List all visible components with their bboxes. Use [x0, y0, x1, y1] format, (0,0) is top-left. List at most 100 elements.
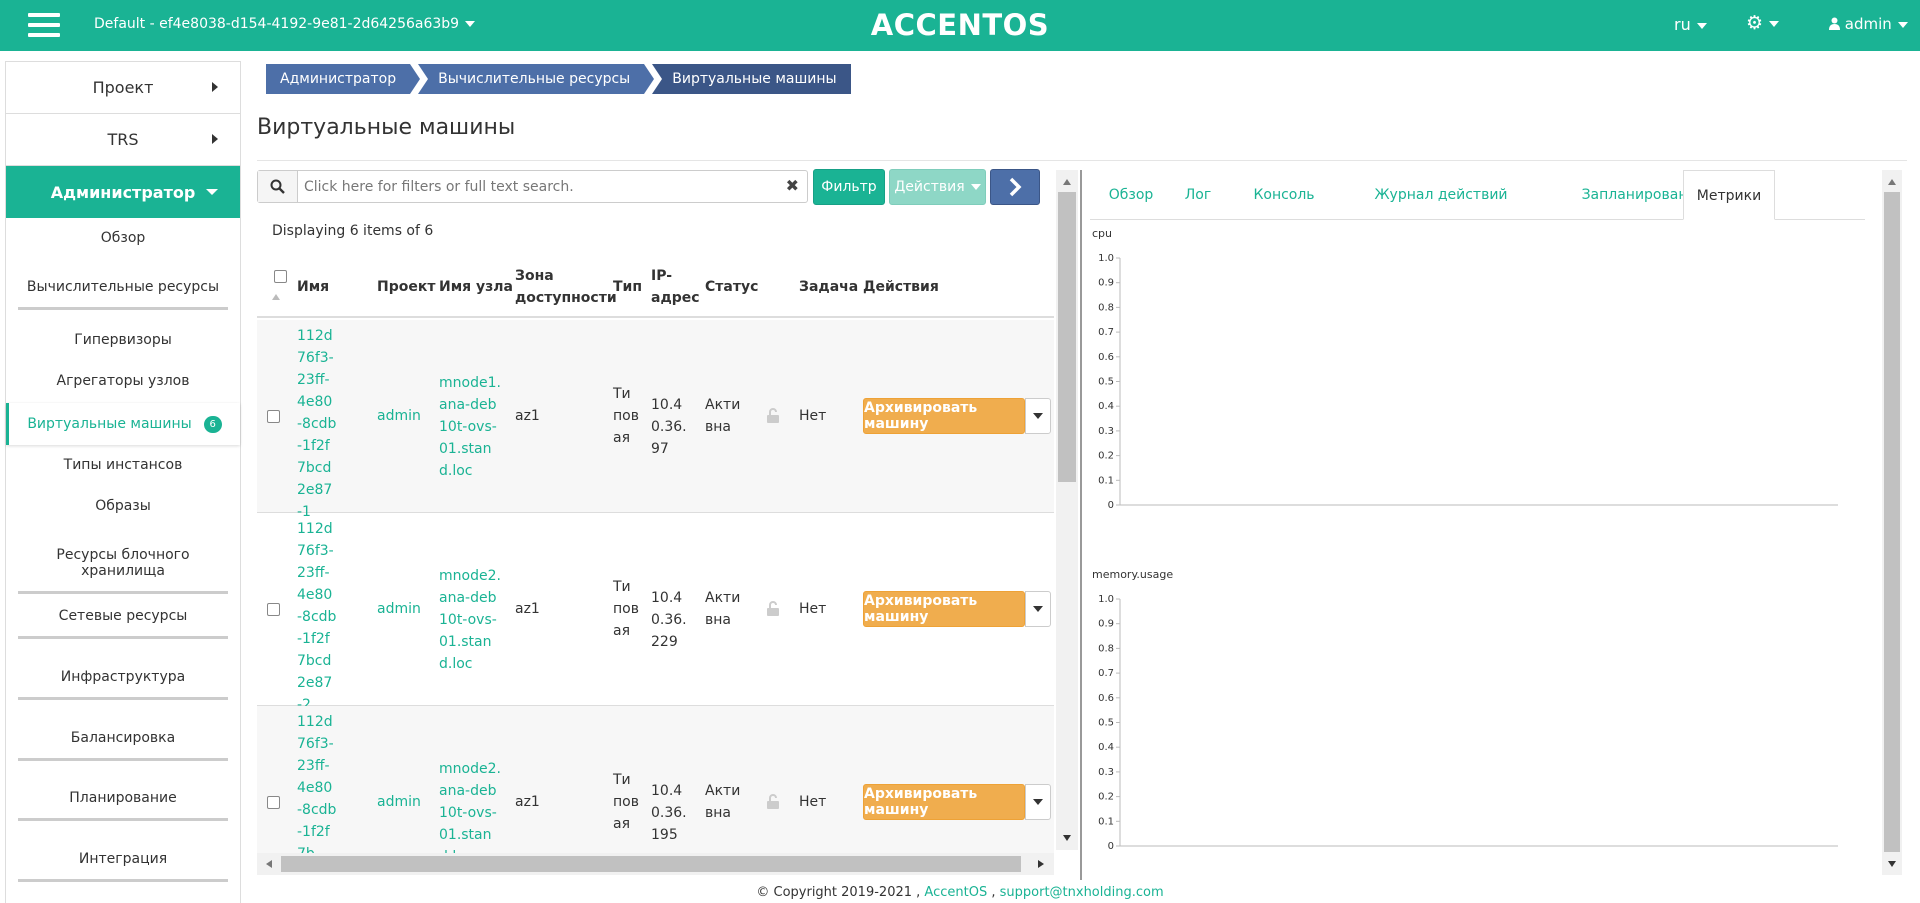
chevron-right-icon	[1009, 177, 1022, 197]
sidebar-item-planning[interactable]: Планирование	[18, 790, 228, 821]
scroll-down-icon[interactable]	[1887, 860, 1897, 868]
support-email-link[interactable]: support@tnxholding.com	[1000, 885, 1164, 900]
table-vertical-scrollbar[interactable]	[1056, 170, 1078, 850]
instances-table: Имя Проект Имя узла Зона доступности Тип…	[257, 255, 1054, 855]
y-tick-label: 0.5	[1098, 718, 1114, 729]
scroll-thumb[interactable]	[1884, 192, 1900, 852]
row-checkbox[interactable]	[267, 410, 280, 423]
column-header-name[interactable]: Имя	[297, 276, 329, 298]
row-checkbox[interactable]	[267, 603, 280, 616]
column-header-task[interactable]: Задача	[799, 276, 858, 298]
y-tick-label: 0.3	[1098, 426, 1114, 437]
sidebar-item-block-storage[interactable]: Ресурсы блочного хранилища	[18, 547, 228, 594]
footer: © Copyright 2019-2021 , AccentOS , suppo…	[0, 885, 1920, 900]
sidebar-item-infrastructure[interactable]: Инфраструктура	[18, 669, 228, 700]
instance-name-link[interactable]: 112d76f3-23ff-4e80-8cdb-1f2f7bcd2e87-2	[297, 518, 337, 716]
column-header-type[interactable]: Тип	[613, 276, 642, 298]
breadcrumb-item-compute[interactable]: Вычислительные ресурсы	[418, 64, 655, 94]
panel-divider[interactable]	[1080, 170, 1082, 880]
task-value: Нет	[799, 794, 827, 810]
next-button[interactable]	[990, 169, 1040, 205]
instance-name-link[interactable]: 112d76f3-23ff-4e80-8cdb-1f2f7b	[297, 711, 337, 855]
chevron-down-icon	[465, 21, 476, 27]
user-menu[interactable]: admin	[1829, 15, 1908, 33]
type-value: Типовая	[613, 772, 639, 832]
actions-button[interactable]: Действия	[889, 169, 986, 205]
page-title: Виртуальные машины	[257, 115, 516, 140]
column-header-ip[interactable]: IP-адрес	[651, 265, 700, 309]
scroll-up-icon[interactable]	[1887, 178, 1897, 186]
tab-console[interactable]: Консоль	[1238, 170, 1330, 220]
tab-metrics[interactable]: Метрики	[1683, 170, 1775, 220]
search-input[interactable]: Click here for filters or full text sear…	[304, 179, 574, 195]
filter-button[interactable]: Фильтр	[813, 169, 885, 205]
host-link[interactable]: mnode2.ana-deb10t-ovs-01.stand.loc	[439, 565, 503, 675]
search-icon[interactable]	[258, 171, 298, 202]
sidebar-item-network[interactable]: Сетевые ресурсы	[18, 608, 228, 639]
sidebar-item-overview[interactable]: Обзор	[6, 230, 240, 246]
sidebar-item-integration[interactable]: Интеграция	[18, 851, 228, 882]
archive-instance-button[interactable]: Архивировать машину	[863, 784, 1025, 820]
column-header-zone[interactable]: Зона доступности	[515, 265, 617, 309]
host-link[interactable]: mnode1.ana-deb10t-ovs-01.stand.loc	[439, 372, 503, 482]
y-tick-label: 0.5	[1098, 377, 1114, 388]
sidebar-item-vms[interactable]: Виртуальные машины 6	[6, 403, 240, 445]
archive-instance-button[interactable]: Архивировать машину	[863, 398, 1025, 434]
type-value: Типовая	[613, 386, 639, 446]
sidebar-item-label: Администратор	[50, 182, 196, 202]
sort-asc-icon[interactable]	[271, 293, 281, 301]
select-all-checkbox[interactable]	[274, 270, 287, 283]
project-selector-label: Default - ef4e8038-d154-4192-9e81-2d6425…	[94, 16, 460, 32]
column-header-actions[interactable]: Действия	[863, 276, 939, 298]
table-row: 112d76f3-23ff-4e80-8cdb-1f2f7b admin mno…	[257, 706, 1054, 855]
column-header-status[interactable]: Статус	[705, 276, 758, 298]
language-selector[interactable]: ru	[1674, 15, 1707, 34]
column-header-project[interactable]: Проект	[377, 276, 435, 298]
sidebar-item-flavors[interactable]: Типы инстансов	[6, 457, 240, 473]
sidebar-item-images[interactable]: Образы	[6, 498, 240, 514]
sidebar-item-aggregates[interactable]: Агрегаторы узлов	[6, 373, 240, 389]
breadcrumb-item-vms[interactable]: Виртуальные машины	[652, 64, 851, 94]
tab-log[interactable]: Лог	[1176, 170, 1220, 220]
y-tick-label: 0.9	[1098, 278, 1114, 289]
host-link[interactable]: mnode2.ana-deb10t-ovs-01.stand.loc	[439, 758, 503, 855]
project-selector[interactable]: Default - ef4e8038-d154-4192-9e81-2d6425…	[94, 16, 476, 32]
sidebar-item-trs[interactable]: TRS	[6, 114, 240, 166]
archive-instance-button[interactable]: Архивировать машину	[863, 591, 1025, 627]
sidebar-item-compute[interactable]: Вычислительные ресурсы	[18, 279, 228, 310]
sidebar-item-hypervisors[interactable]: Гипервизоры	[6, 332, 240, 348]
row-actions-dropdown[interactable]	[1025, 398, 1051, 434]
breadcrumb-item-admin[interactable]: Администратор	[266, 64, 421, 94]
search-box[interactable]: Click here for filters or full text sear…	[257, 170, 808, 203]
table-horizontal-scrollbar[interactable]	[257, 853, 1054, 875]
chevron-down-icon	[1033, 606, 1043, 612]
chevron-down-icon	[1033, 799, 1043, 805]
tab-overview[interactable]: Обзор	[1100, 170, 1162, 220]
sidebar-item-label: Проект	[92, 78, 154, 97]
chevron-right-icon	[212, 82, 218, 92]
panel-vertical-scrollbar[interactable]	[1882, 170, 1902, 875]
project-link[interactable]: admin	[377, 405, 421, 427]
settings-menu[interactable]: ⚙	[1746, 12, 1780, 34]
sidebar-item-admin[interactable]: Администратор	[6, 166, 240, 218]
clear-icon[interactable]: ✖	[786, 176, 799, 195]
row-checkbox[interactable]	[267, 796, 280, 809]
row-actions-dropdown[interactable]	[1025, 591, 1051, 627]
project-link[interactable]: admin	[377, 598, 421, 620]
scroll-down-icon[interactable]	[1062, 834, 1072, 842]
scroll-thumb[interactable]	[1058, 192, 1076, 482]
ip-value: 10.40.36.195	[651, 783, 687, 843]
hamburger-menu-icon[interactable]	[28, 13, 60, 39]
scroll-left-icon[interactable]	[265, 859, 273, 869]
scroll-up-icon[interactable]	[1062, 178, 1072, 186]
project-link[interactable]: admin	[377, 791, 421, 813]
column-header-host[interactable]: Имя узла	[439, 276, 513, 298]
row-actions-dropdown[interactable]	[1025, 784, 1051, 820]
tab-action-log[interactable]: Журнал действий	[1350, 170, 1532, 220]
instance-name-link[interactable]: 112d76f3-23ff-4e80-8cdb-1f2f7bcd2e87-1	[297, 325, 337, 523]
sidebar-item-project[interactable]: Проект	[6, 62, 240, 114]
sidebar-item-balancing[interactable]: Балансировка	[18, 730, 228, 761]
scroll-right-icon[interactable]	[1037, 859, 1045, 869]
scroll-thumb[interactable]	[281, 856, 1021, 872]
brand-link[interactable]: AccentOS	[924, 885, 987, 900]
